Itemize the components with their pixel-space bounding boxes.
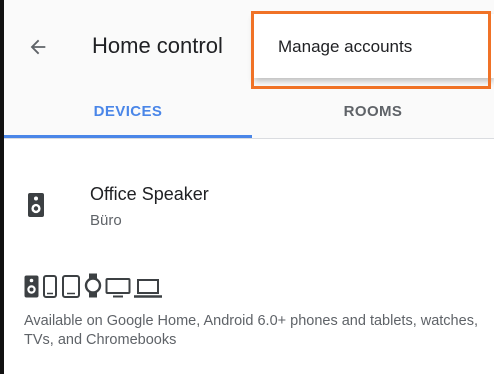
speaker-icon xyxy=(28,193,44,217)
tab-rooms[interactable]: ROOMS xyxy=(252,92,494,138)
active-tab-indicator xyxy=(4,135,252,138)
device-name: Office Speaker xyxy=(90,184,209,204)
tv-icon xyxy=(105,278,131,298)
app-screen: Home control DEVICES ROOMS Office Speake… xyxy=(0,0,494,374)
device-list-item[interactable]: Office Speaker Büro xyxy=(4,170,494,240)
tab-devices[interactable]: DEVICES xyxy=(4,92,252,138)
back-arrow-icon[interactable] xyxy=(27,36,49,58)
menu-item-manage-accounts[interactable]: Manage accounts xyxy=(278,37,412,57)
tab-bar: DEVICES ROOMS xyxy=(4,92,494,139)
supported-device-icons xyxy=(24,272,162,298)
laptop-icon xyxy=(134,279,162,298)
page-title: Home control xyxy=(92,33,223,58)
device-room: Büro xyxy=(90,212,122,229)
overflow-menu: Manage accounts xyxy=(254,14,494,78)
watch-icon xyxy=(84,273,102,298)
phone-icon xyxy=(43,275,57,298)
tablet-icon xyxy=(62,275,80,298)
availability-note: Available on Google Home, Android 6.0+ p… xyxy=(24,313,478,348)
speaker-icon xyxy=(24,275,39,298)
